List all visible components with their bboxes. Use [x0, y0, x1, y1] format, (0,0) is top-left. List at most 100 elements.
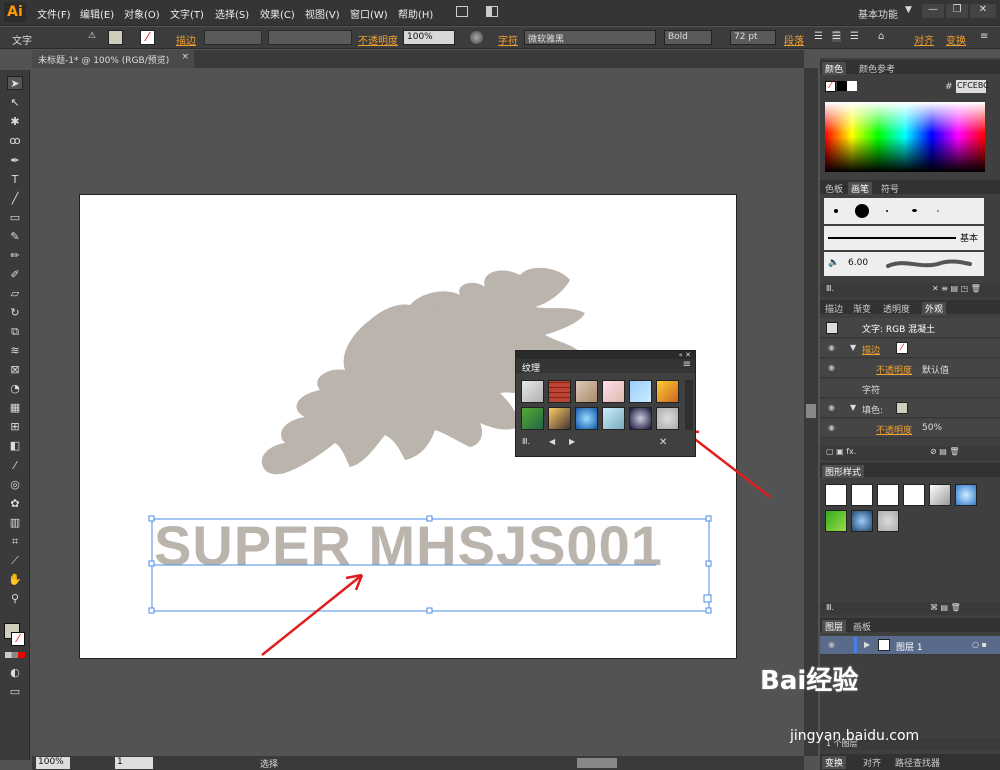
- align-left-icon[interactable]: ☰: [814, 31, 823, 42]
- appearance-stroke-row[interactable]: ◉ ▼ 描边 ⁄: [820, 339, 1000, 358]
- tab-stroke[interactable]: 描边: [822, 302, 846, 315]
- stroke-none-swatch[interactable]: ⁄: [896, 342, 908, 354]
- panel-menu-icon[interactable]: ≡: [980, 31, 988, 42]
- remove-stroke-icon[interactable]: ✕ ≡ ▤ ◳ 🗑: [932, 284, 981, 293]
- next-icon[interactable]: ▶: [569, 437, 575, 446]
- stroke-label[interactable]: 描边: [176, 32, 196, 47]
- align-label[interactable]: 对齐: [914, 32, 934, 47]
- lasso-tool-icon[interactable]: ꝏ: [7, 134, 23, 148]
- layer-name[interactable]: 图层 1: [896, 640, 923, 653]
- font-family-field[interactable]: 微软雅黑: [524, 30, 656, 45]
- tab-artboards[interactable]: 画板: [850, 620, 874, 633]
- chevron-down-icon[interactable]: ▼: [905, 5, 912, 15]
- appearance-fill-row[interactable]: ◉ ▼ 填色:: [820, 399, 1000, 418]
- symbol-sprayer-tool-icon[interactable]: ✿: [7, 497, 23, 511]
- align-center-icon[interactable]: ☰: [832, 31, 841, 42]
- blob-brush-tool-icon[interactable]: ✐: [7, 268, 23, 282]
- minimize-icon[interactable]: —: [922, 4, 944, 18]
- color-spectrum[interactable]: [825, 102, 985, 172]
- direct-selection-tool-icon[interactable]: ↖: [7, 96, 23, 110]
- eyedropper-tool-icon[interactable]: ⁄: [7, 459, 23, 473]
- menu-view[interactable]: 视图(V): [305, 6, 340, 21]
- texture-swatch[interactable]: [521, 380, 544, 403]
- texture-swatch[interactable]: [629, 407, 652, 430]
- artboard-navigation-field[interactable]: 1: [115, 757, 153, 769]
- rotate-tool-icon[interactable]: ↻: [7, 306, 23, 320]
- fill-opacity-label[interactable]: 不透明度: [876, 423, 912, 436]
- texture-swatch[interactable]: [521, 407, 544, 430]
- artboard-tool-icon[interactable]: ⌗: [7, 535, 23, 549]
- pencil-tool-icon[interactable]: ✏: [7, 249, 23, 263]
- character-label[interactable]: 字符: [498, 32, 518, 47]
- restore-icon[interactable]: ❐: [946, 4, 968, 18]
- hand-tool-icon[interactable]: ✋: [7, 573, 23, 587]
- texture-swatch[interactable]: [575, 407, 598, 430]
- close-tab-icon[interactable]: ×: [181, 52, 189, 62]
- tab-gradient[interactable]: 渐变: [850, 302, 874, 315]
- graphic-style-actions[interactable]: ⌘ ▤ 🗑: [930, 603, 961, 612]
- menu-type[interactable]: 文字(T): [170, 6, 204, 21]
- stroke-none-swatch[interactable]: ⁄: [140, 30, 155, 45]
- tab-color[interactable]: 颜色: [822, 62, 847, 75]
- graphic-style-swatch[interactable]: [955, 484, 977, 506]
- tab-graphic-styles[interactable]: 图形样式: [822, 465, 865, 478]
- brush-dots-row[interactable]: [824, 198, 984, 224]
- texture-swatch[interactable]: [548, 407, 571, 430]
- menu-file[interactable]: 文件(F): [37, 6, 71, 21]
- library-menu-icon[interactable]: Ⅲ.: [522, 437, 530, 446]
- variable-width-profile[interactable]: [268, 30, 352, 45]
- texture-panel[interactable]: « ✕ 纹理 ≡ Ⅲ. ◀ ▶ ✕: [515, 350, 696, 457]
- color-mode-buttons[interactable]: [5, 652, 25, 658]
- layer-target-icon[interactable]: ○ ▪: [972, 640, 987, 649]
- gradient-tool-icon[interactable]: ◧: [7, 439, 23, 453]
- arrange-documents-icon[interactable]: [486, 6, 498, 17]
- bridge-icon[interactable]: [456, 6, 468, 17]
- appearance-footer-actions[interactable]: ⊘ ▤ 🗑: [930, 447, 960, 456]
- library-menu-icon[interactable]: Ⅲ.: [826, 284, 834, 293]
- library-menu-icon[interactable]: Ⅲ.: [826, 603, 834, 612]
- graphic-style-swatch[interactable]: [903, 484, 925, 506]
- menu-window[interactable]: 窗口(W): [350, 6, 388, 21]
- tab-swatches[interactable]: 色板: [822, 182, 846, 195]
- menu-help[interactable]: 帮助(H): [398, 6, 433, 21]
- canvas-text-object[interactable]: SUPER MHSJS001: [154, 514, 663, 577]
- tab-color-guide[interactable]: 颜色参考: [856, 62, 898, 75]
- vertical-scrollbar[interactable]: [804, 68, 818, 756]
- menu-select[interactable]: 选择(S): [215, 6, 249, 21]
- hex-field[interactable]: CFCEBC: [956, 80, 989, 93]
- texture-swatch[interactable]: [602, 380, 625, 403]
- appearance-stroke-label[interactable]: 描边: [862, 343, 880, 356]
- horizontal-scroll-thumb[interactable]: [577, 758, 617, 768]
- recolor-icon[interactable]: [470, 31, 483, 44]
- texture-swatch[interactable]: [629, 380, 652, 403]
- menu-edit[interactable]: 编辑(E): [80, 6, 114, 21]
- selection-tool-icon[interactable]: ➤: [7, 76, 23, 90]
- eye-icon[interactable]: ◉: [828, 363, 838, 373]
- magic-wand-tool-icon[interactable]: ✱: [7, 115, 23, 129]
- font-size-field[interactable]: 72 pt: [730, 30, 776, 45]
- stroke-color-swatch[interactable]: ⁄: [11, 632, 25, 646]
- texture-swatch[interactable]: [656, 380, 679, 403]
- graphic-style-swatch[interactable]: [825, 484, 847, 506]
- tab-brushes[interactable]: 画笔: [848, 182, 873, 195]
- texture-swatch[interactable]: [548, 380, 571, 403]
- mesh-tool-icon[interactable]: ⊞: [7, 420, 23, 434]
- black-swatch[interactable]: [837, 81, 847, 91]
- tab-transform[interactable]: 变换: [822, 756, 847, 769]
- paragraph-label[interactable]: 段落: [784, 32, 804, 47]
- font-style-field[interactable]: Bold: [664, 30, 712, 45]
- rectangle-tool-icon[interactable]: ▭: [7, 211, 23, 225]
- shape-builder-tool-icon[interactable]: ◔: [7, 382, 23, 396]
- texture-swatch[interactable]: [575, 380, 598, 403]
- previous-icon[interactable]: ◀: [549, 437, 555, 446]
- graphic-style-swatch[interactable]: [825, 510, 847, 532]
- menu-effect[interactable]: 效果(C): [260, 6, 295, 21]
- texture-scrollbar[interactable]: [685, 380, 693, 430]
- menu-object[interactable]: 对象(O): [124, 6, 160, 21]
- eye-icon[interactable]: ◉: [828, 403, 838, 413]
- graphic-style-swatch[interactable]: [851, 484, 873, 506]
- free-transform-tool-icon[interactable]: ⊠: [7, 363, 23, 377]
- type-tool-icon[interactable]: T: [7, 173, 23, 187]
- eye-icon[interactable]: ◉: [828, 423, 838, 433]
- tab-transparency[interactable]: 透明度: [880, 302, 913, 315]
